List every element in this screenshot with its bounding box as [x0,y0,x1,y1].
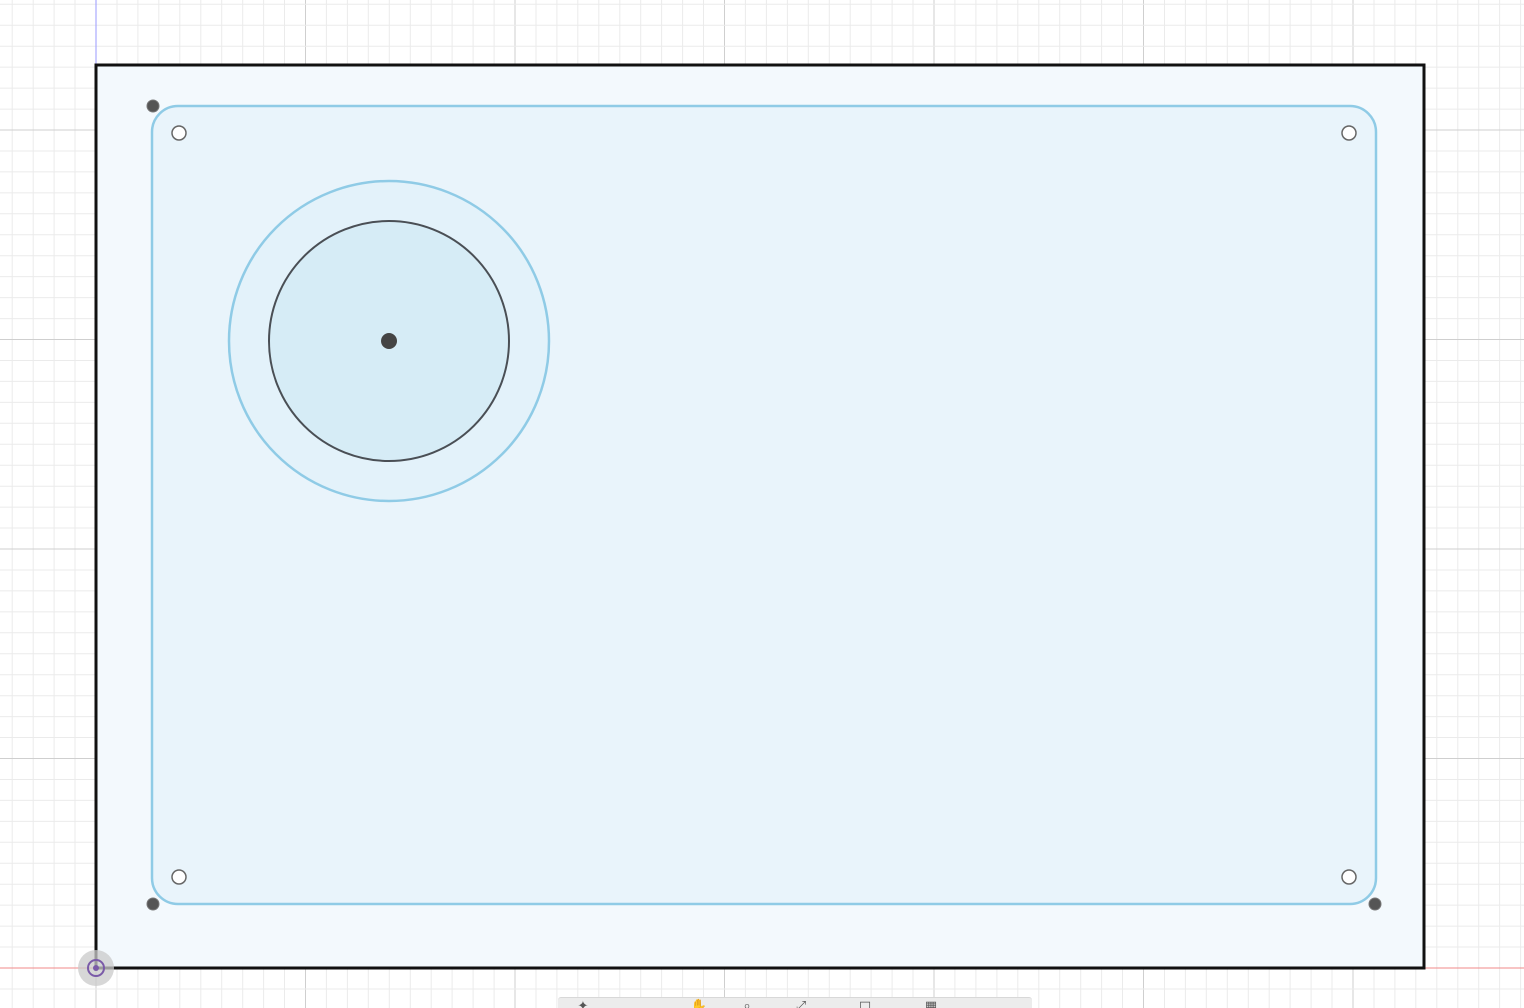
navigation-bar: ✦ ✋ ⌕ ⤢ □ ▦ [558,997,1032,1008]
sketch-canvas[interactable]: ✦ ✋ ⌕ ⤢ □ ▦ [0,0,1524,1008]
corner-point[interactable] [1368,897,1382,911]
grid-settings-icon[interactable]: ▦ [920,1000,942,1008]
fit-icon[interactable]: ⤢ [790,1000,812,1008]
zoom-icon[interactable]: ⌕ [736,1000,758,1008]
arc-center-point[interactable] [1341,869,1357,885]
arc-center-point[interactable] [1341,125,1357,141]
arc-center-point[interactable] [171,125,187,141]
orbit-icon[interactable]: ✦ [572,1000,594,1008]
arc-center-point[interactable] [171,869,187,885]
origin-icon[interactable] [78,950,114,986]
corner-point[interactable] [146,897,160,911]
sketch-svg[interactable] [0,0,1524,1008]
display-settings-icon[interactable]: □ [854,1000,876,1008]
corner-point[interactable] [146,99,160,113]
circle-center-point[interactable] [381,333,397,349]
pan-icon[interactable]: ✋ [688,1000,710,1008]
